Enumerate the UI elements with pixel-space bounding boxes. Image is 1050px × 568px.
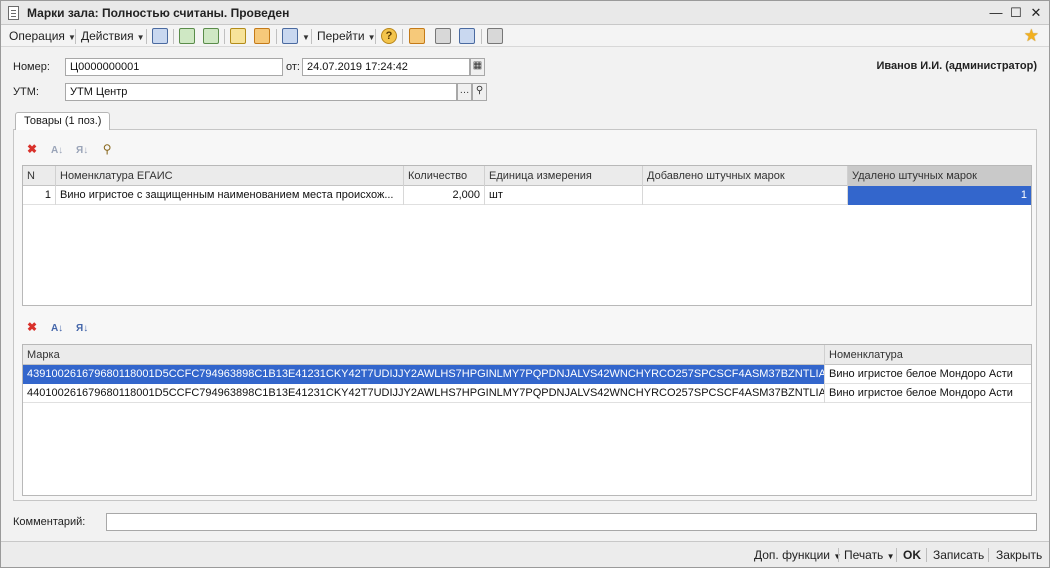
- comment-field[interactable]: [106, 513, 1037, 531]
- open-search-icon[interactable]: ⚲: [472, 83, 487, 101]
- calendar-icon[interactable]: ▦: [470, 58, 485, 76]
- sort-ascending-icon[interactable]: A↓: [49, 321, 65, 337]
- goods-table-toolbar: ✖ A↓ Я↓ ⚲: [24, 141, 121, 159]
- cell-removed-marks[interactable]: 1: [848, 186, 1031, 205]
- column-header-unit[interactable]: Единица измерения: [485, 166, 643, 186]
- sort-descending-icon[interactable]: Я↓: [74, 143, 90, 159]
- structure-icon[interactable]: [409, 28, 425, 44]
- select-ellipsis-button[interactable]: …: [457, 83, 472, 101]
- tab-goods[interactable]: Товары (1 поз.): [15, 112, 111, 130]
- date-label: от:: [286, 61, 300, 73]
- column-header-nomenclature[interactable]: Номенклатура: [825, 345, 1031, 365]
- toolbar-separator: [173, 29, 174, 44]
- cell-quantity: 2,000: [404, 186, 485, 205]
- goto-menu-label: Перейти: [317, 29, 365, 43]
- operation-menu-label: Операция: [9, 29, 65, 43]
- goods-table: N Номенклатура ЕГАИС Количество Единица …: [22, 165, 1032, 306]
- print-label: Печать: [844, 548, 884, 562]
- cell-mark: 439100261679680118001D5CCFC794963898C1B1…: [23, 365, 825, 384]
- toolbar-separator: [224, 29, 225, 44]
- window-title: Марки зала: Полностью считаны. Проведен: [27, 6, 290, 20]
- column-header-n[interactable]: N: [23, 166, 56, 186]
- search-icon[interactable]: ⚲: [99, 141, 115, 157]
- utm-label: УТМ:: [13, 86, 39, 98]
- delete-row-icon[interactable]: ✖: [24, 319, 40, 335]
- document-icon: [8, 6, 19, 20]
- footer-separator: [926, 548, 927, 562]
- favorite-star-icon[interactable]: ★: [1024, 26, 1039, 46]
- column-header-egais-nomenclature[interactable]: Номенклатура ЕГАИС: [56, 166, 404, 186]
- toolbar-separator: [146, 29, 147, 44]
- maximize-button[interactable]: ☐: [1007, 4, 1025, 22]
- cell-unit: шт: [485, 186, 643, 205]
- document-window: Марки зала: Полностью считаны. Проведен …: [0, 0, 1050, 568]
- cell-n: 1: [23, 186, 56, 205]
- chevron-down-icon: ▼: [886, 552, 895, 561]
- operation-menu[interactable]: Операция ▼: [9, 29, 76, 43]
- toolbar-separator: [481, 29, 482, 44]
- close-window-button[interactable]: ✕: [1027, 4, 1045, 22]
- refresh-icon[interactable]: [179, 28, 195, 44]
- toolbar-separator: [311, 29, 312, 44]
- chevron-down-icon: ▼: [302, 33, 310, 42]
- command-bar: Операция ▼ Действия ▼ ▼ Перейти ▼ ? ★: [1, 25, 1049, 47]
- column-header-removed-marks[interactable]: Удалено штучных марок: [848, 166, 1031, 186]
- column-header-mark[interactable]: Марка: [23, 345, 825, 365]
- save-button[interactable]: Записать: [933, 548, 984, 562]
- goods-tab-panel: ✖ A↓ Я↓ ⚲ N Номенклатура ЕГАИС Количеств…: [13, 129, 1037, 501]
- print-button[interactable]: Печать ▼: [844, 548, 895, 562]
- date-field[interactable]: 24.07.2019 17:24:42: [302, 58, 470, 76]
- sort-ascending-icon[interactable]: A↓: [49, 143, 65, 159]
- extra-functions-label: Доп. функции: [754, 548, 830, 562]
- footer-separator: [838, 548, 839, 562]
- comment-label: Комментарий:: [13, 516, 86, 528]
- goto-menu[interactable]: Перейти ▼: [317, 29, 375, 43]
- toolbar-separator: [375, 29, 376, 44]
- close-button[interactable]: Закрыть: [996, 548, 1042, 562]
- based-on-dropdown[interactable]: ▼: [299, 29, 310, 43]
- number-label: Номер:: [13, 61, 50, 73]
- cell-egais-nomenclature: Вино игристое с защищенным наименованием…: [56, 186, 404, 205]
- title-bar: Марки зала: Полностью считаны. Проведен …: [1, 1, 1049, 25]
- reread-icon[interactable]: [203, 28, 219, 44]
- marks-table-toolbar: ✖ A↓ Я↓: [24, 319, 96, 337]
- marks-table: Марка Номенклатура 439100261679680118001…: [22, 344, 1032, 496]
- table-row[interactable]: 439100261679680118001D5CCFC794963898C1B1…: [23, 365, 1031, 384]
- table-row[interactable]: 440100261679680118001D5CCFC794963898C1B1…: [23, 384, 1031, 403]
- footer-separator: [896, 548, 897, 562]
- save-document-icon[interactable]: [254, 28, 270, 44]
- list-icon[interactable]: [435, 28, 451, 44]
- post-document-icon[interactable]: [152, 28, 168, 44]
- toolbar-separator: [402, 29, 403, 44]
- footer-bar: Доп. функции ▼ Печать ▼ OK Записать Закр…: [1, 541, 1049, 567]
- cell-nomenclature: Вино игристое белое Мондоро Асти: [829, 368, 1013, 380]
- sort-descending-icon[interactable]: Я↓: [74, 321, 90, 337]
- utm-field[interactable]: УТМ Центр: [65, 83, 457, 101]
- extra-functions-button[interactable]: Доп. функции ▼: [754, 548, 841, 562]
- footer-separator: [988, 548, 989, 562]
- marks-table-header: Марка Номенклатура: [23, 345, 1031, 365]
- minimize-button[interactable]: —: [987, 4, 1005, 22]
- copy-document-icon[interactable]: [230, 28, 246, 44]
- toolbar-separator: [75, 29, 76, 44]
- tree-list-icon[interactable]: [459, 28, 475, 44]
- actions-menu[interactable]: Действия ▼: [81, 29, 145, 43]
- chevron-down-icon: ▼: [136, 33, 145, 42]
- actions-menu-label: Действия: [81, 29, 134, 43]
- table-row[interactable]: 1 Вино игристое с защищенным наименовани…: [23, 186, 1031, 205]
- based-on-icon[interactable]: [282, 28, 298, 44]
- goods-table-header: N Номенклатура ЕГАИС Количество Единица …: [23, 166, 1031, 186]
- toolbar-separator: [276, 29, 277, 44]
- cell-added-marks: [643, 186, 848, 205]
- column-header-quantity[interactable]: Количество: [404, 166, 485, 186]
- help-icon[interactable]: ?: [381, 28, 397, 44]
- column-header-added-marks[interactable]: Добавлено штучных марок: [643, 166, 848, 186]
- current-user: Иванов И.И. (администратор): [876, 60, 1037, 72]
- cell-mark: 440100261679680118001D5CCFC794963898C1B1…: [23, 384, 825, 403]
- cell-nomenclature: Вино игристое белое Мондоро Асти: [829, 387, 1013, 399]
- clipboard-icon[interactable]: [487, 28, 503, 44]
- number-field[interactable]: Ц0000000001: [65, 58, 283, 76]
- delete-row-icon[interactable]: ✖: [24, 141, 40, 157]
- ok-button[interactable]: OK: [903, 548, 921, 562]
